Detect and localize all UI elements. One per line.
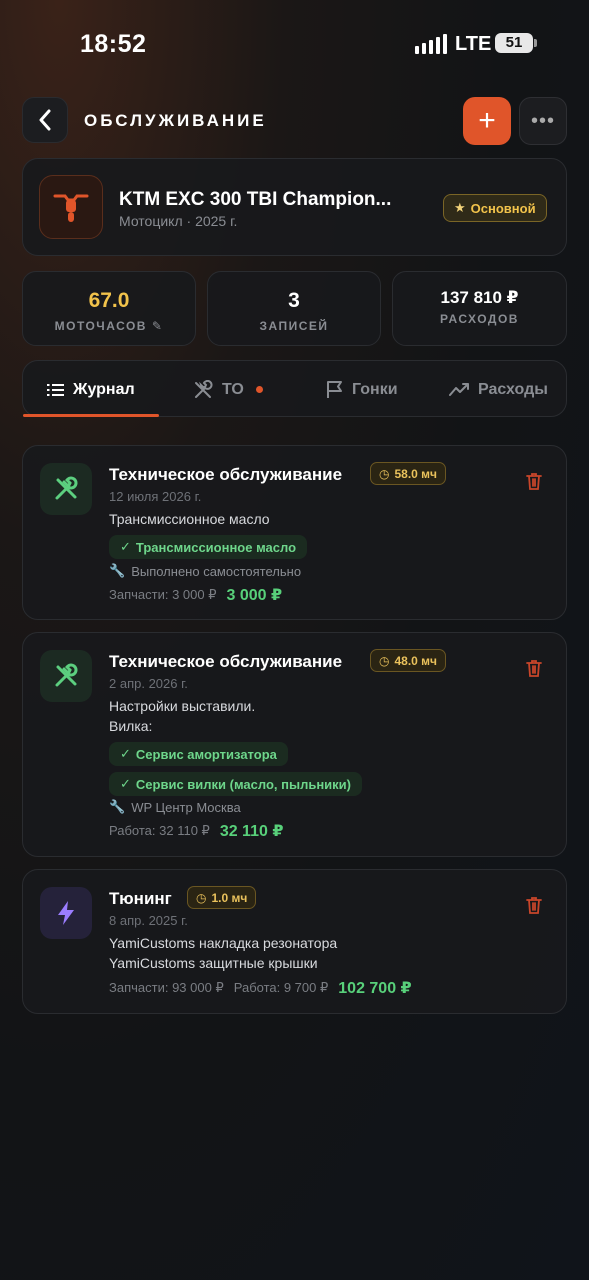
tab-label: Журнал [73,380,135,398]
work-chip: ✓ Сервис амортизатора [109,742,288,766]
primary-badge-label: Основной [470,200,536,216]
chevron-left-icon [39,109,51,131]
journal-entry[interactable]: Тюнинг ◷ 1.0 мч 8 апр. 2025 г. YamiCustom… [22,869,567,1014]
delete-button[interactable] [523,894,545,916]
work-chip: ✓ Сервис вилки (масло, пыльники) [109,772,363,796]
entry-costs: Работа: 32 110 ₽ 32 110 ₽ [109,821,283,841]
status-bar: 18:52 LTE 51 [0,0,589,90]
back-button[interactable] [22,97,68,143]
stat-records: 3 ЗАПИСЕЙ [207,271,381,346]
entry-note: Трансмиссионное масло [109,511,270,527]
entry-note: YamiCustoms защитные крышки [109,955,318,971]
status-time: 18:52 [80,30,147,58]
trash-icon [526,473,542,490]
more-button[interactable]: ••• [519,97,567,145]
work-chip: ✓ Трансмиссионное масло [109,535,308,559]
trash-icon [526,660,542,677]
tab-label: ТО [222,380,244,398]
entry-title: Тюнинг [109,889,172,908]
delete-button[interactable] [523,657,545,679]
entry-costs: Запчасти: 3 000 ₽ 3 000 ₽ [109,585,282,605]
entry-note: YamiCustoms накладка резонатора [109,935,338,951]
stat-motohours[interactable]: 67.0 МОТОЧАСОВ ✎ [22,271,196,346]
tools-icon [40,650,92,702]
network-label: LTE [455,33,492,55]
entry-costs: Запчасти: 93 000 ₽ Работа: 9 700 ₽ 102 7… [109,978,412,998]
bike-card[interactable]: KTM EXC 300 TBI Champion... Мотоцикл · 2… [22,158,567,256]
tab-bar: Журнал ТО Гонки Расходы [22,360,567,417]
clock-icon: ◷ [196,890,207,905]
cost-parts: Запчасти: 3 000 ₽ [109,587,217,602]
entry-total: 3 000 ₽ [226,587,283,604]
add-entry-button[interactable]: + [463,97,511,145]
battery-icon: 51 [495,33,537,53]
journal-entry[interactable]: Техническое обслуживание ◷ 58.0 мч 12 июл… [22,445,567,620]
check-icon: ✓ [120,776,131,791]
delete-button[interactable] [523,470,545,492]
tab-races[interactable]: Гонки [326,361,398,418]
stat-value: 3 [288,289,300,312]
bike-meta: Мотоцикл · 2025 г. [119,213,238,229]
performed-by: 🔧 WP Центр Москва [109,799,241,815]
star-icon: ★ [454,200,466,215]
tools-icon [195,379,213,398]
motorcycle-icon [39,175,103,239]
check-icon: ✓ [120,539,131,554]
active-tab-indicator [23,414,159,417]
signal-icon [415,34,447,54]
tools-icon [40,463,92,515]
flag-icon [327,381,342,398]
page-title: ОБСЛУЖИВАНИЕ [84,111,267,130]
motohours-badge: ◷ 58.0 мч [370,462,447,485]
notification-dot [255,386,263,393]
cost-labor: Работа: 32 110 ₽ [109,823,210,838]
trend-icon [449,382,469,396]
entry-total: 32 110 ₽ [219,823,284,840]
tab-label: Расходы [478,380,548,398]
top-bar: ОБСЛУЖИВАНИЕ + ••• [22,97,567,145]
edit-icon[interactable]: ✎ [152,319,164,333]
trash-icon [526,897,542,914]
entry-date: 12 июля 2026 г. [109,489,202,504]
stat-label: РАСХОДОВ [440,312,519,326]
entry-note: Настройки выставили. [109,698,256,714]
motohours-badge: ◷ 48.0 мч [370,649,447,672]
tab-label: Гонки [352,380,398,398]
entry-total: 102 700 ₽ [338,980,412,997]
bolt-icon [40,887,92,939]
stat-value: 137 810 ₽ [440,288,519,307]
bike-name: KTM EXC 300 TBI Champion... [119,189,392,210]
wrench-icon: 🔧 [109,563,126,578]
clock-icon: ◷ [379,653,390,668]
entry-note: Вилка: [109,718,153,734]
tab-expenses[interactable]: Расходы [449,361,548,418]
check-icon: ✓ [120,746,131,761]
plus-icon: + [478,104,496,137]
journal-entry[interactable]: Техническое обслуживание ◷ 48.0 мч 2 апр.… [22,632,567,857]
stat-label: ЗАПИСЕЙ [259,319,329,333]
entry-title: Техническое обслуживание [109,465,343,484]
entry-date: 2 апр. 2026 г. [109,676,188,691]
performed-by: 🔧 Выполнено самостоятельно [109,563,302,579]
motohours-badge: ◷ 1.0 мч [187,886,257,909]
entry-title: Техническое обслуживание [109,652,343,671]
tab-journal[interactable]: Журнал [47,361,135,418]
primary-badge: ★ Основной [443,194,547,222]
stat-expenses: 137 810 ₽ РАСХОДОВ [392,271,567,346]
cost-parts: Запчасти: 93 000 ₽ [109,980,224,995]
wrench-icon: 🔧 [109,799,126,814]
cost-labor: Работа: 9 700 ₽ [233,980,329,995]
entry-date: 8 апр. 2025 г. [109,913,188,928]
more-dots-icon: ••• [530,109,555,132]
stat-label: МОТОЧАСОВ ✎ [54,319,164,333]
list-icon [47,383,64,396]
tab-maintenance[interactable]: ТО [193,361,263,418]
clock-icon: ◷ [379,466,390,481]
stat-value: 67.0 [88,289,130,312]
